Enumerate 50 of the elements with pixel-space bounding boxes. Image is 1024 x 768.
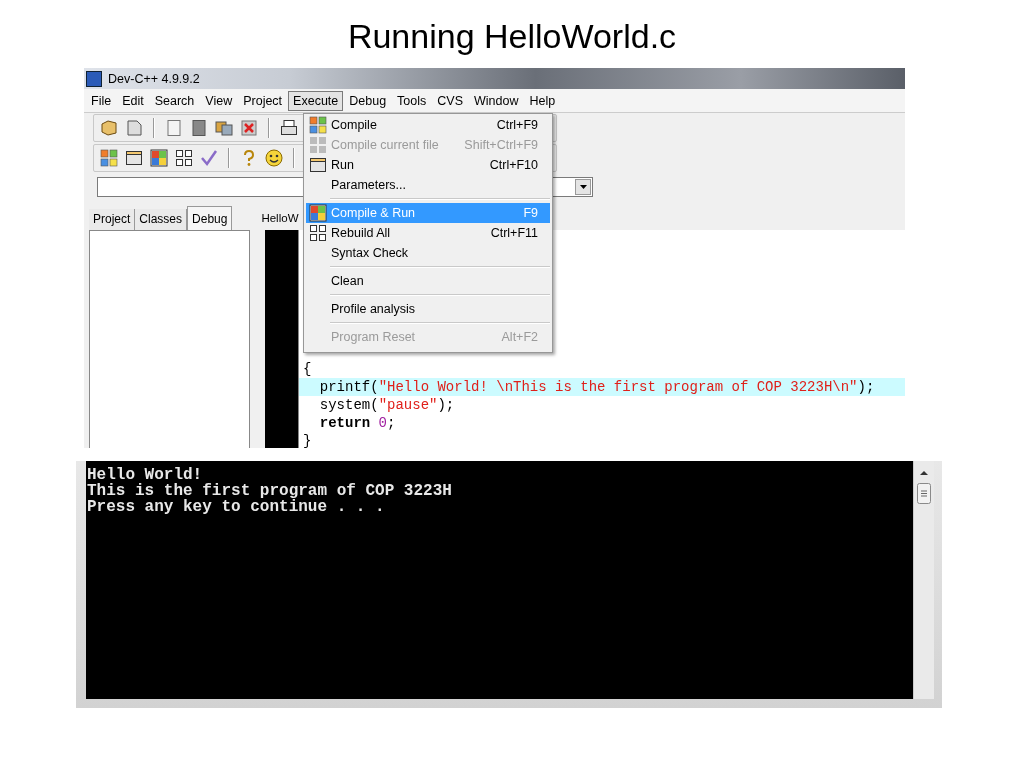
console-line: Press any key to continue . . . (87, 499, 386, 515)
editor-tab[interactable]: HelloW (260, 209, 300, 230)
page-icon[interactable] (125, 119, 143, 137)
code-line: return 0; (318, 414, 397, 432)
scroll-up-arrow-icon[interactable] (919, 469, 929, 477)
code-line: { (302, 360, 313, 378)
window-icon[interactable] (309, 156, 327, 174)
grid-icon[interactable] (309, 224, 327, 242)
console-line: This is the first program of COP 3223H (87, 483, 453, 499)
menu-item[interactable]: Edit (117, 90, 149, 111)
window-icon[interactable] (125, 149, 143, 167)
scroll-thumb-icon[interactable] (917, 483, 931, 504)
code-line: system("pause"); (318, 396, 456, 414)
dropdown-arrow-icon[interactable] (578, 183, 588, 191)
panel-tab[interactable]: Classes (135, 209, 188, 230)
menu-item[interactable]: Execute (288, 90, 344, 111)
menu-item[interactable]: Debug (344, 90, 392, 111)
close-icon[interactable] (240, 119, 258, 137)
menu-item[interactable]: Profile analysis (306, 299, 550, 319)
menu-item[interactable]: Syntax Check (306, 243, 550, 263)
window-title: Dev-C++ 4.9.9.2 (108, 71, 200, 86)
panel-tab[interactable]: Debug (187, 206, 233, 230)
menu-item[interactable]: Run Ctrl+F10 (306, 155, 550, 175)
menu-item[interactable]: Tools (392, 90, 432, 111)
menu-item[interactable]: Help (524, 90, 561, 111)
tiles-icon[interactable] (150, 149, 168, 167)
menu-item[interactable]: View (200, 90, 238, 111)
menu-item[interactable]: Clean (306, 271, 550, 291)
menu-item[interactable]: Search (149, 90, 200, 111)
page-icon[interactable] (190, 119, 208, 137)
checkmark-icon[interactable] (200, 149, 218, 167)
app-icon (86, 70, 102, 87)
menu-item[interactable]: Compile Ctrl+F9 (306, 115, 550, 135)
menu-item[interactable]: Window (469, 90, 524, 111)
smiley-icon[interactable] (265, 149, 283, 167)
menu-item[interactable]: File (86, 90, 117, 111)
console-line: Hello World! (87, 467, 203, 483)
menu-item[interactable]: Parameters... (306, 175, 550, 195)
menu-item[interactable]: Rebuild All Ctrl+F11 (306, 223, 550, 243)
slide-title: Running HelloWorld.c (347, 16, 677, 56)
menu-item[interactable]: Project (238, 90, 288, 111)
code-line: } (302, 432, 313, 448)
grid-icon[interactable] (175, 149, 193, 167)
page-icon[interactable] (165, 119, 183, 137)
menu-item[interactable]: CVS (432, 90, 468, 111)
tiles-icon[interactable] (309, 204, 327, 222)
save-icon[interactable] (215, 119, 233, 137)
printer-icon[interactable] (280, 119, 298, 137)
scrollbar[interactable] (913, 461, 934, 699)
panel-tab[interactable]: Project (89, 209, 136, 230)
